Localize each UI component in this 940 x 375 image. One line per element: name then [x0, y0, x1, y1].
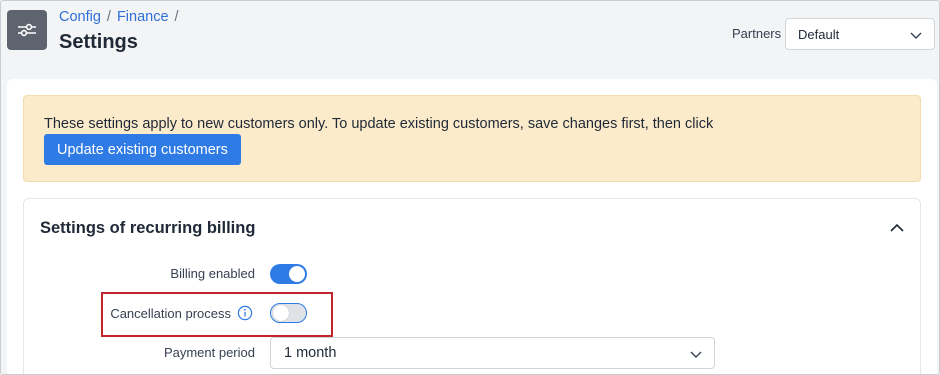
- billing-enabled-label: Billing enabled: [170, 266, 255, 281]
- notice-banner: These settings apply to new customers on…: [23, 95, 921, 182]
- chevron-up-icon[interactable]: [888, 219, 906, 237]
- toggle-knob: [273, 305, 289, 321]
- breadcrumb-separator: /: [106, 9, 111, 25]
- cancellation-process-toggle[interactable]: [270, 303, 307, 323]
- breadcrumb-finance-link[interactable]: Finance: [117, 9, 169, 25]
- sliders-icon: [7, 10, 47, 50]
- chevron-down-icon: [690, 351, 702, 358]
- partners-select[interactable]: Default: [785, 18, 935, 50]
- breadcrumb-config-link[interactable]: Config: [59, 9, 101, 25]
- payment-period-value: 1 month: [284, 345, 337, 361]
- toggle-knob: [289, 266, 305, 282]
- billing-enabled-toggle[interactable]: [270, 264, 307, 284]
- app-frame: Config / Finance / Settings Partners Def…: [0, 0, 940, 375]
- breadcrumb-separator: /: [174, 9, 179, 25]
- section-title: Settings of recurring billing: [40, 219, 256, 237]
- cancellation-process-label: Cancellation process: [110, 306, 231, 321]
- partners-selected-value: Default: [798, 26, 840, 42]
- breadcrumb: Config / Finance /: [59, 9, 179, 25]
- notice-text: These settings apply to new customers on…: [44, 116, 714, 132]
- update-existing-customers-button[interactable]: Update existing customers: [44, 134, 241, 165]
- payment-period-select[interactable]: 1 month: [270, 337, 715, 369]
- page-title: Settings: [59, 31, 138, 53]
- partners-label: Partners: [732, 26, 782, 41]
- payment-period-label: Payment period: [163, 345, 255, 360]
- chevron-down-icon: [910, 32, 922, 39]
- info-icon[interactable]: [237, 305, 253, 321]
